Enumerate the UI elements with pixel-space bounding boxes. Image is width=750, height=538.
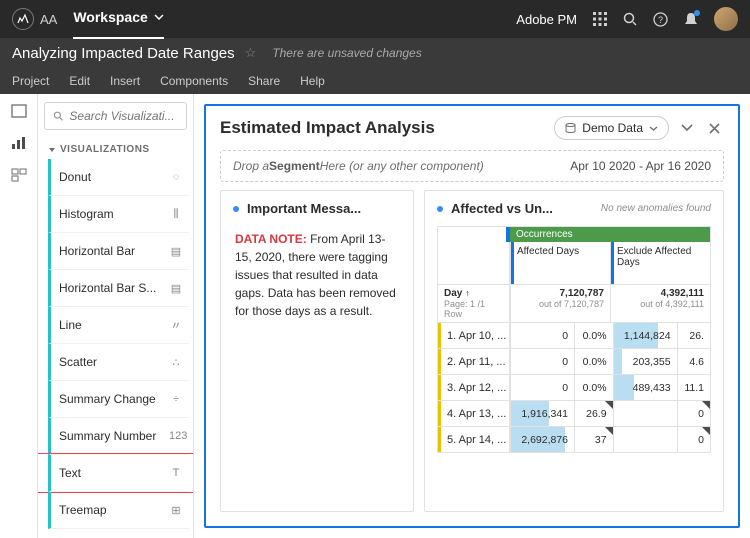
data-view-dropdown[interactable]: Demo Data (554, 116, 669, 140)
product-label: AA (40, 12, 57, 27)
day-header[interactable]: Day ↑ Page: 1 /1 Row (438, 285, 510, 322)
menu-insert[interactable]: Insert (110, 74, 140, 88)
table-card: Affected vs Un... No new anomalies found… (424, 190, 724, 512)
menu-project[interactable]: Project (12, 74, 49, 88)
viz-type-icon: ◌ (169, 171, 183, 183)
panel-title[interactable]: Estimated Impact Analysis (220, 118, 546, 138)
message-title[interactable]: Important Messa... (247, 201, 361, 216)
menubar: Project Edit Insert Components Share Hel… (0, 68, 750, 94)
menu-share[interactable]: Share (248, 74, 280, 88)
viz-item[interactable]: Summary Number123 (48, 418, 189, 455)
top-bar: AA Workspace Adobe PM ? (0, 0, 750, 38)
user-name[interactable]: Adobe PM (516, 12, 577, 27)
rail-visualizations-icon[interactable] (11, 136, 27, 150)
viz-item[interactable]: Histogram⫼ (48, 196, 189, 233)
table-row[interactable]: 3. Apr 12, ... 0 0.0% 489,433 11.1 (438, 374, 710, 400)
help-icon[interactable]: ? (653, 12, 668, 27)
viz-type-icon: 〃 (169, 317, 183, 333)
star-icon[interactable]: ☆ (245, 45, 257, 61)
viz-item[interactable]: Treemap⊞ (48, 492, 189, 529)
search-input[interactable] (44, 102, 187, 130)
total-affected: 7,120,787out of 7,120,787 (510, 285, 610, 322)
chevron-down-icon (649, 126, 658, 131)
project-title[interactable]: Analyzing Impacted Date Ranges (12, 45, 235, 62)
bell-icon[interactable] (684, 12, 698, 27)
viz-type-icon: 123 (169, 430, 183, 442)
search-icon[interactable] (623, 12, 637, 26)
col-affected[interactable]: Affected Days (510, 242, 610, 284)
total-exclude: 4,392,111out of 4,392,111 (610, 285, 710, 322)
data-note-label: DATA NOTE: (235, 232, 307, 246)
occurrences-header[interactable]: Occurrences (510, 227, 710, 242)
svg-text:?: ? (658, 15, 663, 25)
unsaved-label: There are unsaved changes (272, 46, 421, 60)
workspace-tab[interactable]: Workspace (73, 9, 163, 39)
viz-type-icon: ▤ (169, 282, 183, 295)
rail-components-icon[interactable] (11, 168, 27, 182)
menu-help[interactable]: Help (300, 74, 325, 88)
chevron-down-icon (154, 14, 164, 20)
viz-item[interactable]: Summary Change÷ (48, 381, 189, 418)
data-table: Occurrences Affected Days Exclude Affect… (437, 226, 711, 453)
avatar[interactable] (714, 7, 738, 31)
col-exclude[interactable]: Exclude Affected Days (610, 242, 710, 284)
close-icon[interactable] (705, 121, 724, 136)
rail-panels-icon[interactable] (11, 104, 27, 118)
sub-header: Analyzing Impacted Date Ranges ☆ There a… (0, 38, 750, 68)
viz-item[interactable]: TextT (48, 455, 189, 492)
menu-components[interactable]: Components (160, 74, 228, 88)
viz-item[interactable]: Line〃 (48, 307, 189, 344)
search-icon (53, 110, 63, 122)
menu-edit[interactable]: Edit (69, 74, 90, 88)
table-row[interactable]: 5. Apr 14, ... 2,692,876 37 0 (438, 426, 710, 452)
anomaly-label: No new anomalies found (601, 203, 711, 214)
left-rail (0, 94, 38, 538)
table-row[interactable]: 2. Apr 11, ... 0 0.0% 203,355 4.6 (438, 348, 710, 374)
message-card: Important Messa... DATA NOTE: From April… (220, 190, 414, 512)
viz-type-icon: ∴ (169, 356, 183, 369)
segment-dropzone[interactable]: Drop a Segment Here (or any other compon… (220, 150, 724, 182)
viz-type-icon: T (169, 467, 183, 479)
viz-type-icon: ⊞ (169, 504, 183, 517)
visualization-list: Donut◌Histogram⫼Horizontal Bar▤Horizonta… (38, 159, 193, 538)
date-range[interactable]: Apr 10 2020 - Apr 16 2020 (570, 159, 711, 173)
viz-item[interactable]: Scatter∴ (48, 344, 189, 381)
data-icon (565, 123, 576, 133)
table-row[interactable]: 1. Apr 10, ... 0 0.0% 1,144,824 26. (438, 322, 710, 348)
section-label: VISUALIZATIONS (38, 138, 193, 159)
sidebar: VISUALIZATIONS Donut◌Histogram⫼Horizonta… (38, 94, 194, 538)
canvas: Estimated Impact Analysis Demo Data Drop… (194, 94, 750, 538)
table-title[interactable]: Affected vs Un... (451, 201, 553, 216)
panel: Estimated Impact Analysis Demo Data Drop… (204, 104, 740, 528)
app-logo-icon (12, 8, 34, 30)
table-row[interactable]: 4. Apr 13, ... 1,916,341 26.9 0 (438, 400, 710, 426)
viz-type-icon: ▤ (169, 245, 183, 258)
viz-item[interactable]: Horizontal Bar▤ (48, 233, 189, 270)
viz-item[interactable]: Horizontal Bar S...▤ (48, 270, 189, 307)
collapse-icon[interactable] (677, 122, 697, 134)
caret-down-icon (48, 146, 56, 154)
viz-item[interactable]: Donut◌ (48, 159, 189, 196)
viz-type-icon: ⫼ (169, 208, 183, 221)
apps-icon[interactable] (593, 12, 607, 26)
viz-type-icon: ÷ (169, 393, 183, 405)
